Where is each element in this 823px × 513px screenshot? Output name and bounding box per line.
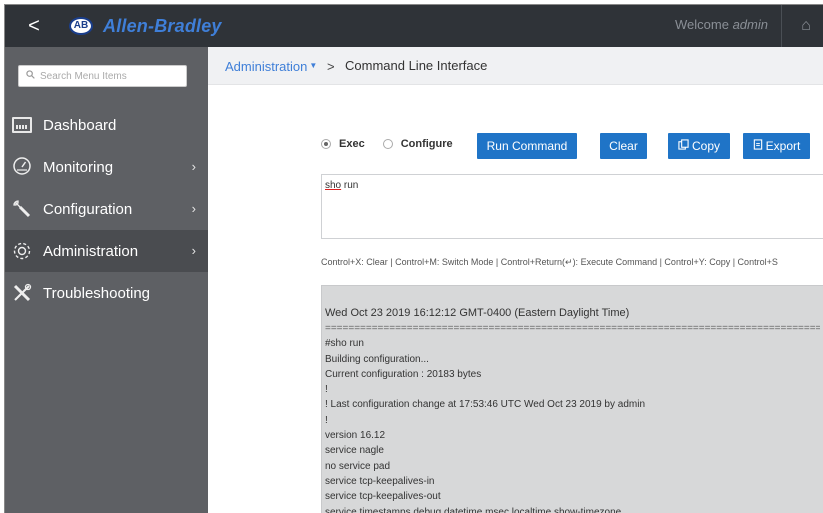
breadcrumb-separator: > [327,59,335,74]
sidebar-item-troubleshooting[interactable]: Troubleshooting [5,272,208,314]
output-divider: ========================================… [325,323,820,334]
search-box [18,65,187,87]
output-line: version 16.12 [325,430,386,442]
gear-icon [11,240,33,262]
clear-button[interactable]: Clear [600,133,647,159]
chevron-right-icon: › [191,201,196,216]
export-label: Export [765,139,801,153]
output-line: ! Last configuration change at 17:53:46 … [325,399,646,411]
breadcrumb-parent-link[interactable]: Administration ▼ [225,59,317,74]
breadcrumb: Administration ▼ > Command Line Interface [208,47,823,85]
sidebar-item-dashboard[interactable]: Dashboard [5,104,208,146]
page-title: Command Line Interface [345,58,488,73]
caret-down-icon: ▼ [309,61,318,70]
topbar-divider [781,5,782,47]
sidebar-item-administration[interactable]: Administration › [5,230,208,272]
sidebar-item-label: Monitoring [43,158,114,176]
exec-radio[interactable] [321,139,331,149]
brand-name: Allen-Bradley [103,15,222,36]
output-line: Current configuration : 20183 bytes [325,368,482,380]
search-input[interactable] [40,70,180,82]
chevron-right-icon: › [191,159,196,174]
sidebar-item-label: Dashboard [43,116,117,134]
top-bar: < AB Allen-Bradley Welcome admin ⌂ [5,5,823,47]
sidebar-item-label: Configuration [43,200,133,218]
output-line: no service pad [325,460,391,472]
output-line: service timestamps debug datetime msec l… [325,506,622,513]
output-timestamp: Wed Oct 23 2019 16:12:12 GMT-0400 (Easte… [325,307,630,319]
output-line: #sho run [325,338,364,350]
welcome-prefix: Welcome [675,17,729,32]
sidebar-item-configuration[interactable]: Configuration › [5,188,208,230]
output-line: service tcp-keepalives-out [325,491,441,503]
gauge-icon [11,156,33,178]
app-window: < AB Allen-Bradley Welcome admin ⌂ Dashb… [4,4,823,513]
output-line: service nagle [325,445,384,457]
search-icon [26,70,35,82]
output-line: Building configuration... [325,353,429,365]
command-word: sho [325,180,342,191]
welcome-user: admin [732,17,768,32]
tools-icon [11,282,33,304]
sidebar-item-monitoring[interactable]: Monitoring › [5,146,208,188]
run-command-button[interactable]: Run Command [477,133,577,159]
main-content: Administration ▼ > Command Line Interface… [208,47,823,513]
keyboard-shortcuts-hint: Control+X: Clear | Control+M: Switch Mod… [321,257,778,267]
copy-icon [678,134,689,160]
command-input[interactable]: sho run [321,174,823,239]
home-icon[interactable]: ⌂ [794,15,818,37]
breadcrumb-parent-label: Administration [225,59,308,74]
wrench-icon [11,198,33,220]
mode-selector: Exec Configure [321,138,471,150]
export-button[interactable]: Export [743,133,810,159]
ab-logo-icon: AB [69,17,93,35]
command-output: Wed Oct 23 2019 16:12:12 GMT-0400 (Easte… [321,285,823,513]
exec-label: Exec [339,138,365,150]
output-line: ! [325,414,328,426]
sidebar-item-label: Troubleshooting [43,284,151,302]
welcome-message: Welcome admin [675,17,768,32]
chevron-right-icon: › [191,243,196,258]
configure-radio[interactable] [382,139,393,149]
sidebar-item-label: Administration [43,242,139,260]
copy-label: Copy [691,139,720,153]
dashboard-icon [11,114,33,136]
output-line: service tcp-keepalives-in [325,475,435,487]
logo: AB Allen-Bradley [69,13,222,39]
output-line: ! [325,384,328,396]
sidebar-nav: Dashboard Monitoring › Configuration › A… [5,104,208,314]
back-arrow-icon[interactable]: < [25,14,43,38]
sidebar: Dashboard Monitoring › Configuration › [5,47,208,513]
copy-button[interactable]: Copy [668,133,730,159]
export-icon [753,134,763,160]
configure-label: Configure [400,138,453,150]
command-rest: run [341,180,359,191]
